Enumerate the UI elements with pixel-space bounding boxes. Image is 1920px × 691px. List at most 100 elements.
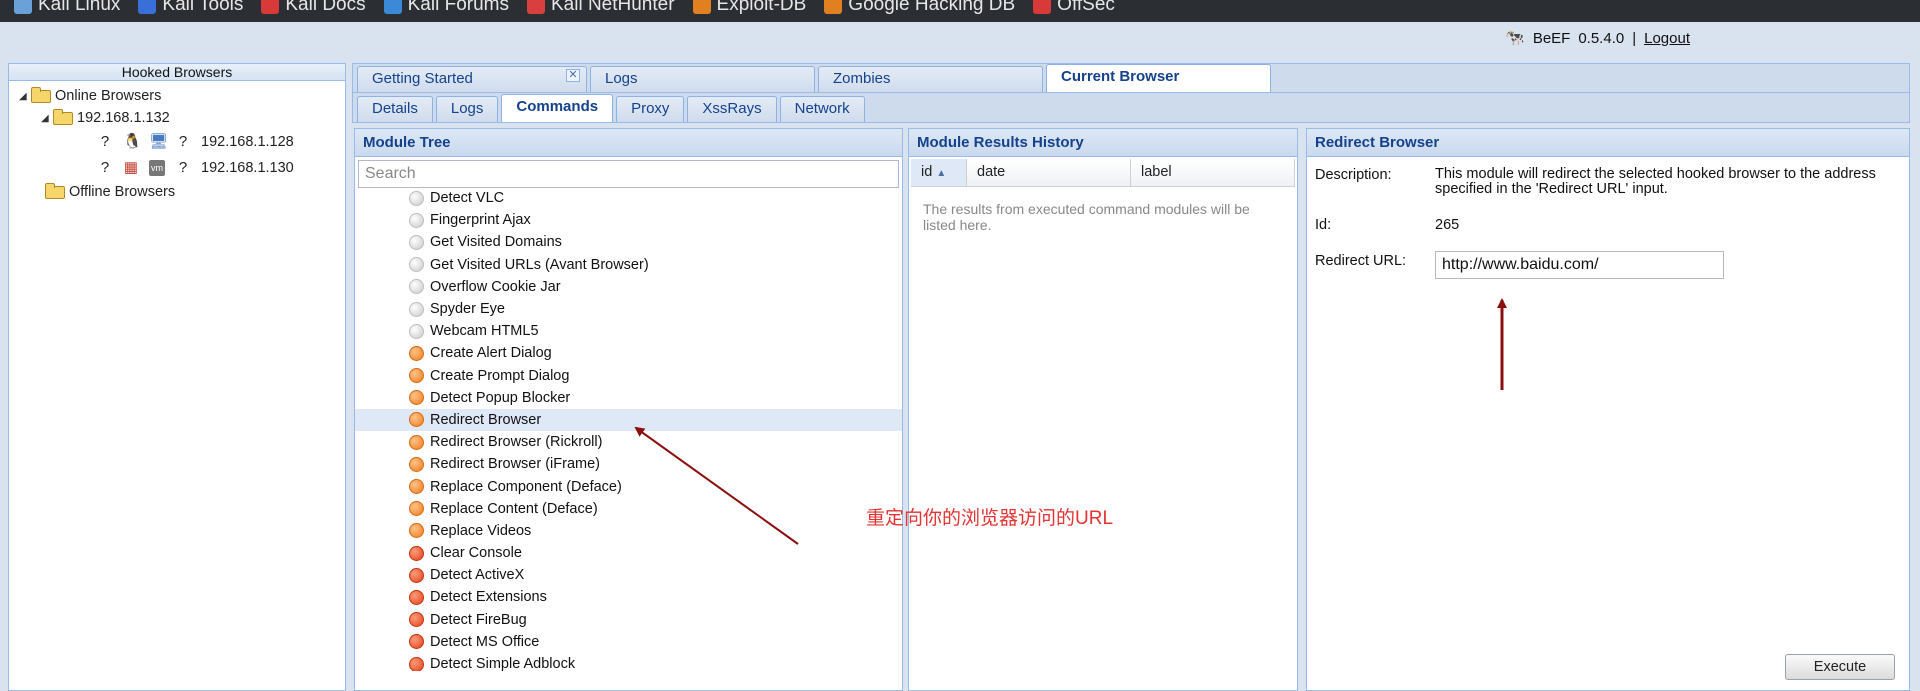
module-label: Get Visited Domains [430,234,562,251]
linux-tux-icon: 🐧 [123,133,142,150]
client-node[interactable]: ? 🐧 🖥 ? 192.168.1.128 [19,129,345,155]
module-item[interactable]: Fingerprint Ajax [355,209,902,231]
subtab-commands[interactable]: Commands [501,94,614,122]
exploit-db-icon [692,0,711,14]
module-label: Fingerprint Ajax [430,212,531,229]
close-icon[interactable]: ✕ [566,69,580,82]
module-label: Create Alert Dialog [430,345,552,362]
module-item[interactable]: Create Alert Dialog [355,342,902,364]
expand-triangle-icon[interactable]: ◢ [41,113,53,124]
description-label: Description: [1315,167,1392,183]
status-dot-icon [409,523,424,539]
module-item[interactable]: Redirect Browser [355,408,902,432]
subtab-xssrays[interactable]: XssRays [687,96,777,122]
status-dot-icon [409,368,424,384]
offsec-icon [1033,0,1052,14]
tab-getting-started[interactable]: Getting Started ✕ [357,66,587,92]
bookmark-item[interactable]: Kali Docs [261,0,366,16]
computer-icon: 🖥 [149,133,169,150]
unknown-icon: ? [100,133,110,150]
module-search-input[interactable]: Search [358,160,899,188]
module-list: Detect VLC Fingerprint Ajax Get Visited Do… [355,187,902,671]
online-browsers-node[interactable]: ◢ Online Browsers [19,85,345,107]
status-dot-icon [409,656,424,671]
module-label: Detect ActiveX [430,567,525,584]
sort-asc-icon: ▲ [936,168,947,179]
vm-icon: vm [149,160,165,176]
subtab-proxy[interactable]: Proxy [616,96,685,122]
tab-current-browser[interactable]: Current Browser [1046,64,1271,92]
unknown-icon: ? [100,159,110,176]
tab-logs[interactable]: Logs [590,66,815,92]
status-dot-icon [409,434,424,450]
subtab-logs[interactable]: Logs [435,96,499,122]
module-label: Detect Extensions [430,589,547,606]
module-item[interactable]: Webcam HTML5 [355,320,902,342]
offline-browsers-label: Offline Browsers [69,184,176,200]
hooked-browsers-panel: Hooked Browsers ◢ Online Browsers ◢ 192.… [8,63,346,691]
url-row: Redirect URL: http://www.baidu.com/ [1307,251,1909,279]
bookmark-label: OffSec [1057,0,1115,15]
module-item[interactable]: Get Visited Domains [355,231,902,253]
bookmark-item[interactable]: Kali Forums [383,0,509,16]
subtab-network[interactable]: Network [779,96,865,122]
module-item[interactable]: Detect MS Office [355,631,902,653]
module-item[interactable]: Detect ActiveX [355,564,902,586]
subtab-details[interactable]: Details [357,96,433,122]
client-node[interactable]: ? ▦ vm ? 192.168.1.130 [19,155,345,181]
module-label: Spyder Eye [430,301,505,318]
annotation-text: 重定向你的浏览器访问的URL [866,508,1114,529]
header-separator: | [1632,29,1637,47]
tab-zombies[interactable]: Zombies [818,66,1043,92]
module-item[interactable]: Detect FireBug [355,609,902,631]
module-item[interactable]: Replace Component (Deface) [355,475,902,497]
module-label: Get Visited URLs (Avant Browser) [430,256,649,273]
unknown-icon: ? [178,159,188,176]
bookmark-item[interactable]: Kali Tools [138,0,243,16]
offline-browsers-node[interactable]: Offline Browsers [19,181,345,203]
module-label: Detect Simple Adblock [430,656,576,671]
module-item[interactable]: Redirect Browser (Rickroll) [355,431,902,453]
module-item[interactable]: Create Prompt Dialog [355,365,902,387]
bookmark-label: Kali Forums [407,0,509,15]
bookmark-item[interactable]: Kali NetHunter [526,0,675,16]
module-label: Detect VLC [430,190,505,207]
module-label: Detect Popup Blocker [430,389,571,406]
module-item[interactable]: Clear Console [355,542,902,564]
status-dot-icon [409,567,424,583]
module-item[interactable]: Get Visited URLs (Avant Browser) [355,254,902,276]
status-dot-icon [409,234,424,250]
host-node[interactable]: ◢ 192.168.1.132 [19,107,345,129]
main-area: Getting Started ✕ Logs Zombies Current B… [352,63,1910,691]
module-item[interactable]: Replace Content (Deface) [355,498,902,520]
module-item[interactable]: Detect Simple Adblock [355,653,902,671]
column-id[interactable]: id ▲ [911,159,967,186]
bookmark-label: Exploit-DB [716,0,807,15]
bookmark-item[interactable]: OffSec [1033,0,1115,16]
module-item[interactable]: Overflow Cookie Jar [355,276,902,298]
status-dot-icon [409,301,424,317]
bookmark-item[interactable]: Google Hacking DB [824,0,1015,16]
bookmark-label: Kali Docs [285,0,366,15]
kali-icon [14,0,32,14]
module-item[interactable]: Spyder Eye [355,298,902,320]
status-dot-icon [409,545,424,561]
module-label: Detect MS Office [430,633,540,650]
column-label[interactable]: label [1131,159,1295,186]
status-dot-icon [409,279,424,295]
status-dot-icon [409,323,424,339]
module-item[interactable]: Detect Extensions [355,586,902,608]
redirect-url-input[interactable]: http://www.baidu.com/ [1435,251,1724,279]
results-grid-header: id ▲ date label [911,159,1295,187]
bookmark-item[interactable]: Exploit-DB [692,0,807,16]
module-item[interactable]: Detect Popup Blocker [355,387,902,409]
bookmark-item[interactable]: Kali Linux [14,0,120,16]
logout-link[interactable]: Logout [1644,30,1690,47]
module-item[interactable]: Replace Videos [355,520,902,542]
expand-triangle-icon[interactable]: ◢ [19,91,31,102]
module-item[interactable]: Redirect Browser (iFrame) [355,453,902,475]
id-label: Id: [1315,217,1332,233]
module-item[interactable]: Detect VLC [355,187,902,209]
column-date[interactable]: date [967,159,1131,186]
execute-button[interactable]: Execute [1785,654,1895,680]
